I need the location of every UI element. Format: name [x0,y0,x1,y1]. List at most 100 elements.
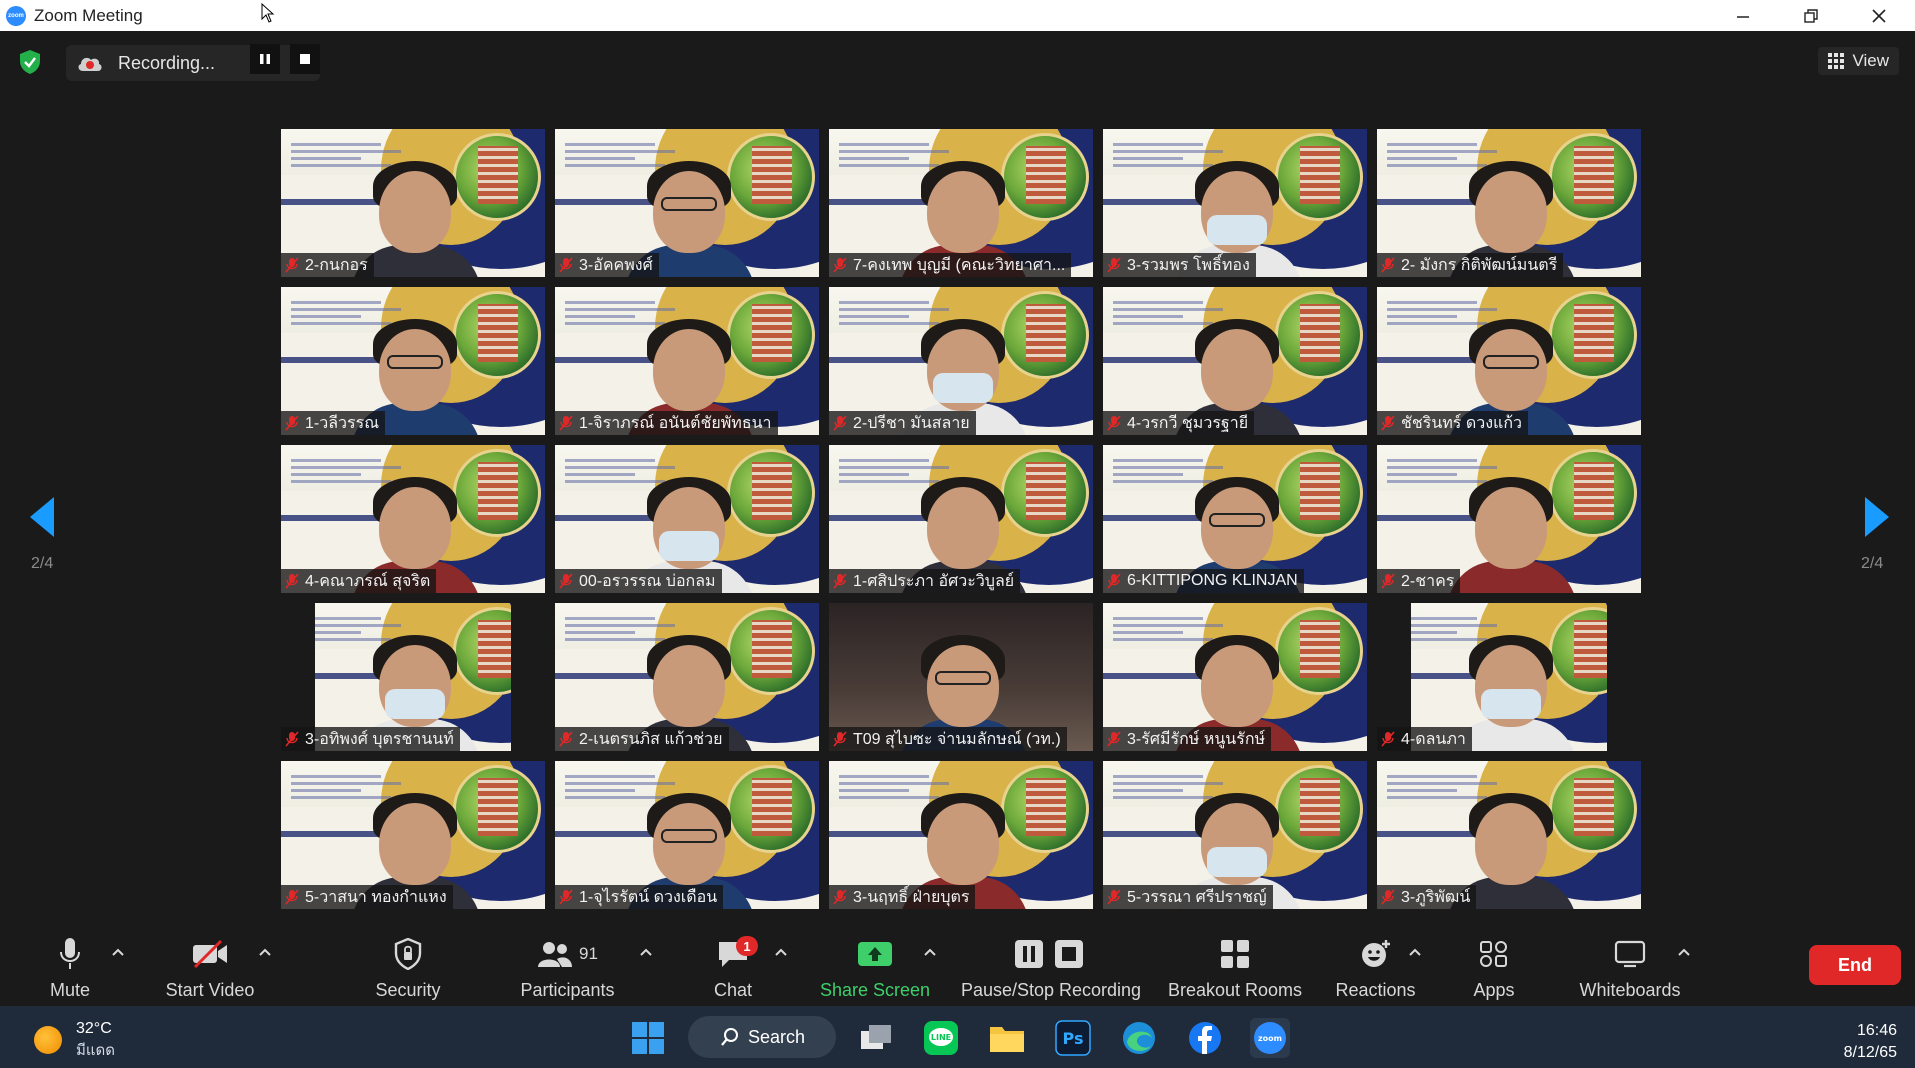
security-button[interactable]: Security [373,930,443,1006]
line-app-icon: LINE [924,1021,958,1055]
participant-video-tile[interactable]: 4-วรกวี ชุมวรฐายี [1103,287,1367,435]
participant-video-tile[interactable]: 3-รวมพร โพธิ์ทอง [1103,129,1367,277]
participant-name-bar: 1-วลีวรรณ [281,411,386,435]
participant-name-bar: 2-ปรีชา มันสลาย [829,411,976,435]
zoom-taskbar-button[interactable]: zoom [1250,1018,1290,1058]
weather-widget[interactable]: 32°C มีแดด [34,1018,115,1062]
participant-name: 3-รัศมีรักษ์ หนูนรักษ์ [1127,730,1266,748]
participant-video-tile[interactable]: 3-อัคคพงศ์ [555,129,819,277]
edge-browser-button[interactable] [1119,1018,1159,1058]
whiteboards-options-caret-icon[interactable] [1677,945,1691,959]
mic-muted-icon [833,257,847,273]
stop-recording-button[interactable] [290,44,320,74]
video-options-caret-icon[interactable] [258,945,272,959]
view-label: View [1852,51,1889,70]
participant-name: T09 สุไบซะ จ่านมลักษณ์ (วท.) [853,730,1061,748]
audio-options-caret-icon[interactable] [111,945,125,959]
participant-name: 1-วลีวรรณ [305,414,380,432]
chat-button[interactable]: 1 Chat [708,930,758,1006]
close-button[interactable] [1845,0,1913,31]
participant-video-tile[interactable]: 00-อรวรรณ บ่อกลม [555,445,819,593]
participant-video-tile[interactable]: 1-วลีวรรณ [281,287,545,435]
participant-video-tile[interactable]: 6-KITTIPONG KLINJAN [1103,445,1367,593]
start-video-button[interactable]: Start Video [160,930,260,1006]
reactions-options-caret-icon[interactable] [1408,945,1422,959]
next-page-arrow-icon[interactable] [1863,495,1891,539]
end-meeting-button[interactable]: End [1809,945,1901,985]
window-title-bar: zoom Zoom Meeting [0,0,1915,31]
mouse-cursor-icon [261,3,275,23]
participant-video-tile[interactable]: ชัชรินทร์ ดวงแก้ว [1377,287,1641,435]
mic-muted-icon [1381,731,1395,747]
mic-muted-icon [1381,573,1395,589]
participant-name-bar: 3-รัศมีรักษ์ หนูนรักษ์ [1103,727,1272,751]
chat-options-caret-icon[interactable] [774,945,788,959]
taskbar-search[interactable]: Search [688,1016,836,1058]
participant-video-tile[interactable]: 2-กนกอร [281,129,545,277]
file-explorer-button[interactable] [987,1018,1027,1058]
share-screen-button[interactable]: Share Screen [820,930,930,1006]
apps-button[interactable]: Apps [1469,930,1519,1006]
whiteboard-icon [1614,940,1646,968]
participant-video-tile[interactable]: 2- มังกร กิติพัฒน์มนตรี [1377,129,1641,277]
encryption-shield-icon[interactable] [18,49,42,75]
mic-muted-icon [1107,415,1121,431]
security-shield-icon [394,938,422,970]
participant-name: 2-ชาคร [1401,572,1455,590]
mic-muted-icon [833,415,847,431]
close-icon [1872,8,1886,23]
participants-button[interactable]: 91 Participants [515,930,620,1006]
participant-video-tile[interactable]: 4-คณาภรณ์ สุจริต [281,445,545,593]
share-screen-icon [858,942,892,966]
task-view-button[interactable] [856,1018,896,1058]
participant-video-tile[interactable]: 5-วรรณา ศรีปราชญ์ [1103,761,1367,909]
share-options-caret-icon[interactable] [923,945,937,959]
participant-video-tile[interactable]: 2-ปรีชา มันสลาย [829,287,1093,435]
previous-page-arrow-icon[interactable] [28,495,56,539]
facebook-icon [1189,1022,1221,1054]
participant-name: 00-อรวรรณ บ่อกลม [579,572,716,590]
participants-options-caret-icon[interactable] [639,945,653,959]
reactions-button[interactable]: Reactions [1333,930,1418,1006]
participant-video-tile[interactable]: 3-อทิพงศ์ บุตรชานนท์ [281,603,545,751]
participant-video-tile[interactable]: 2-ชาคร [1377,445,1641,593]
participant-video-tile[interactable]: 4-ดลนภา [1377,603,1641,751]
breakout-rooms-button[interactable]: Breakout Rooms [1165,930,1305,1006]
line-app-button[interactable]: LINE [921,1018,961,1058]
participant-video-tile[interactable]: T09 สุไบซะ จ่านมลักษณ์ (วท.) [829,603,1093,751]
participant-video-tile[interactable]: 3-รัศมีรักษ์ หนูนรักษ์ [1103,603,1367,751]
participant-video-tile[interactable]: 7-คงเทพ บุญมี (คณะวิทยาศา... [829,129,1093,277]
participant-name: 7-คงเทพ บุญมี (คณะวิทยาศา... [853,256,1066,274]
minimize-button[interactable] [1709,0,1777,31]
participant-video-tile[interactable]: 1-จิราภรณ์ อนันต์ชัยพัทธนา [555,287,819,435]
participant-video-tile[interactable]: 1-ศสิประภา อัศวะวิบูลย์ [829,445,1093,593]
pause-stop-recording-button[interactable]: Pause/Stop Recording [960,930,1142,1006]
participant-video-tile[interactable]: 3-ภูริพัฒน์ [1377,761,1641,909]
mic-muted-icon [285,257,299,273]
chat-unread-badge: 1 [736,936,758,956]
photoshop-button[interactable]: Ps [1053,1018,1093,1058]
participant-name-bar: ชัชรินทร์ ดวงแก้ว [1377,411,1529,435]
mute-button[interactable]: Mute [44,930,96,1006]
participant-video-tile[interactable]: 3-นฤทธิ์ ฝ่ายบุตร [829,761,1093,909]
participant-name: 3-อัคคพงศ์ [579,256,653,274]
participant-video-tile[interactable]: 2-เนตรนภิส แก้วช่วย [555,603,819,751]
cloud-recording-icon [78,57,102,71]
restore-button[interactable] [1777,0,1845,31]
participant-name: 3-ภูริพัฒน์ [1401,888,1471,906]
windows-logo-icon [632,1022,664,1054]
weather-condition-text: มีแดด [76,1042,116,1059]
system-clock[interactable]: 16:46 8/12/65 [1844,1020,1897,1064]
pause-recording-button[interactable] [250,44,280,74]
view-button[interactable]: View [1818,47,1899,75]
facebook-button[interactable] [1185,1018,1225,1058]
task-view-icon [861,1025,891,1049]
participant-video-tile[interactable]: 1-จุไรรัตน์ ดวงเดือน [555,761,819,909]
mic-muted-icon [1381,889,1395,905]
start-button[interactable] [628,1018,668,1058]
participant-name-bar: 3-นฤทธิ์ ฝ่ายบุตร [829,885,976,909]
participant-video-tile[interactable]: 5-วาสนา ทองกำแหง [281,761,545,909]
reactions-smiley-icon [1361,940,1390,967]
whiteboards-button[interactable]: Whiteboards [1576,930,1684,1006]
folder-icon [990,1027,1024,1052]
